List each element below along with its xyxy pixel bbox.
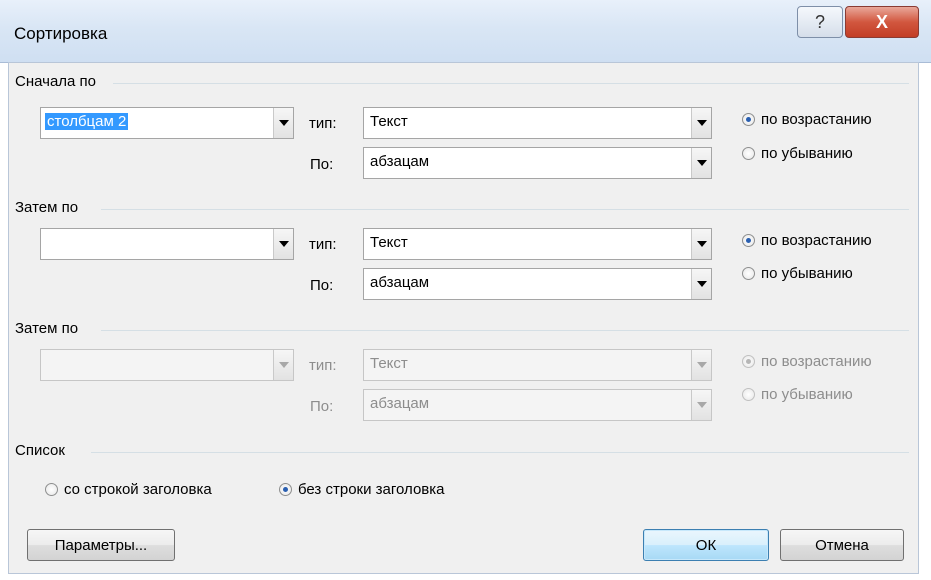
sort1-asc-label: по возрастанию <box>761 111 872 128</box>
sort3-by-label: По: <box>310 398 334 415</box>
sort-dialog: Сортировка ? X Сначала по столбцам 2 тип… <box>0 0 931 580</box>
group-label-second-sort: Затем по <box>15 199 79 216</box>
close-icon: X <box>875 11 888 32</box>
sort1-type-value: Текст <box>370 113 408 130</box>
cancel-button[interactable]: Отмена <box>780 529 904 561</box>
radio-empty-icon <box>45 483 58 496</box>
chevron-down-icon <box>691 390 711 420</box>
ok-button[interactable]: ОК <box>643 529 769 561</box>
sort2-asc-label: по возрастанию <box>761 232 872 249</box>
without-header-label: без строки заголовка <box>298 481 445 498</box>
sort3-desc-label: по убыванию <box>761 386 853 403</box>
sort1-field-combo[interactable]: столбцам 2 <box>40 107 294 139</box>
sort1-by-combo[interactable]: абзацам <box>363 147 712 179</box>
sort3-type-combo: Текст <box>363 349 712 381</box>
with-header-label: со строкой заголовка <box>64 481 212 498</box>
group-divider <box>101 209 909 210</box>
sort3-asc-radio: по возрастанию <box>742 353 872 370</box>
sort2-by-label: По: <box>310 277 334 294</box>
chevron-down-icon[interactable] <box>273 108 293 138</box>
chevron-down-icon[interactable] <box>691 269 711 299</box>
group-divider <box>101 330 909 331</box>
sort2-by-combo[interactable]: абзацам <box>363 268 712 300</box>
window-title: Сортировка <box>14 24 108 43</box>
sort1-by-label: По: <box>310 156 334 173</box>
sort1-type-combo[interactable]: Текст <box>363 107 712 139</box>
sort3-field-combo <box>40 349 294 381</box>
sort2-type-combo[interactable]: Текст <box>363 228 712 260</box>
without-header-radio[interactable]: без строки заголовка <box>279 481 444 498</box>
chevron-down-icon[interactable] <box>691 148 711 178</box>
sort2-type-label: тип: <box>309 236 337 253</box>
sort1-asc-radio[interactable]: по возрастанию <box>742 111 872 128</box>
chevron-down-icon <box>273 350 293 380</box>
sort3-by-combo: абзацам <box>363 389 712 421</box>
chevron-down-icon <box>691 350 711 380</box>
group-divider <box>91 452 909 453</box>
radio-empty-icon <box>742 267 755 280</box>
group-label-third-sort: Затем по <box>15 320 79 337</box>
sort1-desc-label: по убыванию <box>761 145 853 162</box>
radio-empty-icon <box>742 147 755 160</box>
radio-selected-icon <box>742 355 755 368</box>
group-divider <box>113 83 909 84</box>
title-bar: Сортировка ? X <box>0 0 931 63</box>
sort3-desc-radio: по убыванию <box>742 386 853 403</box>
group-label-first-sort: Сначала по <box>15 73 97 90</box>
sort3-type-value: Текст <box>370 355 408 372</box>
sort2-field-combo[interactable] <box>40 228 294 260</box>
sort2-desc-radio[interactable]: по убыванию <box>742 265 853 282</box>
radio-empty-icon <box>742 388 755 401</box>
sort3-by-value: абзацам <box>370 395 430 412</box>
sort3-asc-label: по возрастанию <box>761 353 872 370</box>
sort1-desc-radio[interactable]: по убыванию <box>742 145 853 162</box>
radio-selected-icon <box>279 483 292 496</box>
radio-selected-icon <box>742 234 755 247</box>
sort2-by-value: абзацам <box>370 274 430 291</box>
sort3-type-label: тип: <box>309 357 337 374</box>
with-header-radio[interactable]: со строкой заголовка <box>45 481 212 498</box>
help-icon: ? <box>814 11 825 32</box>
group-label-list: Список <box>15 442 65 459</box>
help-button[interactable]: ? <box>797 6 843 38</box>
chevron-down-icon[interactable] <box>273 229 293 259</box>
sort2-asc-radio[interactable]: по возрастанию <box>742 232 872 249</box>
sort1-field-value[interactable]: столбцам 2 <box>45 113 129 130</box>
dialog-body: Сначала по столбцам 2 тип: Текст По: абз… <box>8 62 919 574</box>
parameters-button[interactable]: Параметры... <box>27 529 175 561</box>
radio-selected-icon <box>742 113 755 126</box>
close-button[interactable]: X <box>845 6 919 38</box>
sort1-type-label: тип: <box>309 115 337 132</box>
chevron-down-icon[interactable] <box>691 229 711 259</box>
sort1-by-value: абзацам <box>370 153 430 170</box>
sort2-type-value: Текст <box>370 234 408 251</box>
sort2-desc-label: по убыванию <box>761 265 853 282</box>
chevron-down-icon[interactable] <box>691 108 711 138</box>
